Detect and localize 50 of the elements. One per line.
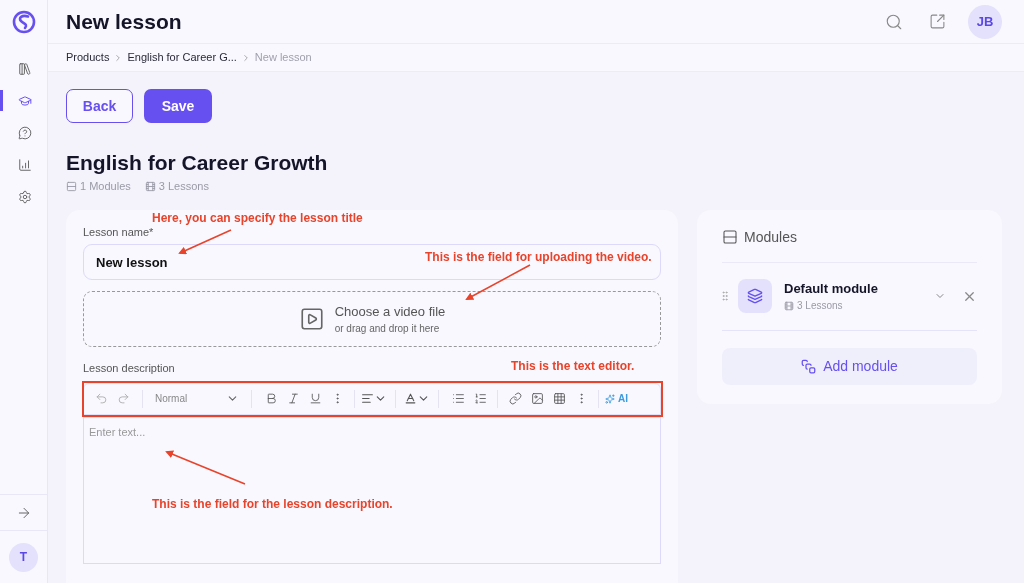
annotation-text: Here, you can specify the lesson title [152, 210, 363, 227]
play-icon [298, 306, 325, 332]
annotation-arrow [178, 229, 232, 255]
modules-icon [66, 180, 77, 192]
search-icon[interactable] [885, 12, 903, 31]
align-select[interactable] [361, 392, 387, 405]
external-link-icon[interactable] [929, 13, 946, 30]
user-avatar[interactable]: JB [968, 4, 1002, 39]
user-avatar[interactable]: T [9, 542, 38, 572]
text-style-select[interactable]: Normal [151, 391, 243, 406]
add-module-button[interactable]: Add module [722, 347, 977, 385]
font-color-icon [404, 392, 417, 405]
breadcrumb-link[interactable]: English for Career G... [127, 49, 237, 66]
annotation-text: This is the field for uploading the video. [425, 249, 652, 266]
breadcrumb-link[interactable]: New lesson [254, 49, 312, 66]
breadcrumb-link[interactable]: Products [66, 49, 110, 66]
back-button[interactable]: Back [66, 89, 133, 123]
align-left-icon [361, 392, 374, 405]
logo-icon [11, 10, 36, 34]
graduation-cap-icon [18, 93, 32, 108]
module-item[interactable]: Default module 3 Lessons [722, 262, 977, 331]
video-upload-zone[interactable]: Choose a video file or drag and drop it here [83, 291, 661, 347]
stack-icon [801, 358, 817, 374]
sparkles-icon [605, 393, 615, 404]
annotation-text: This is the text editor. [511, 358, 635, 375]
course-title: English for Career Growth [66, 150, 329, 176]
panel-title: Modules [744, 227, 797, 247]
annotation-text: This is the field for the lesson description. [152, 496, 393, 513]
modules-count: 1 Modules [80, 179, 131, 194]
drag-handle-icon [719, 290, 731, 302]
field-label: Lesson name* [83, 224, 154, 240]
modules-icon [722, 229, 738, 245]
layers-icon [747, 288, 763, 304]
field-label: Lesson description [83, 361, 175, 376]
question-chat-icon [18, 125, 32, 140]
chart-icon [18, 157, 32, 172]
font-color-select[interactable] [404, 392, 430, 405]
film-icon [144, 180, 156, 192]
ai-button[interactable]: AI [605, 391, 628, 406]
settings-icon [18, 189, 32, 204]
annotation-arrow [465, 264, 531, 300]
upload-title: Choose a video file [334, 302, 446, 321]
lessons-count: 3 Lessons [158, 179, 209, 194]
save-button[interactable]: Save [144, 89, 212, 123]
page-title: New lesson [66, 8, 182, 35]
library-icon [18, 61, 32, 76]
upload-hint: or drag and drop it here [334, 322, 441, 337]
lessons-count: 3 Lessons [797, 299, 843, 314]
film-icon [784, 300, 794, 311]
module-name: Default module [784, 279, 878, 298]
